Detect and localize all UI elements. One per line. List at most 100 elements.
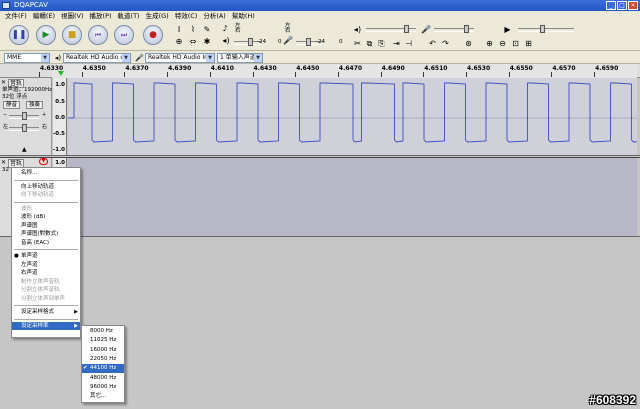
output-meter[interactable]: ♪ (220, 24, 282, 34)
menu-item[interactable]: 声谱图(對數式) (12, 230, 80, 239)
solo-button[interactable]: 独奏 (26, 101, 44, 109)
sample-rate-option[interactable]: 22050 Hz (82, 355, 124, 364)
timeshift-tool-icon[interactable]: ⇔ (188, 37, 198, 47)
menu-separator (14, 305, 78, 306)
menu-play[interactable]: 播放(P) (87, 11, 115, 22)
track-close-icon[interactable]: ✕ (1, 79, 6, 86)
output-device-select[interactable]: Realtek HD Audio ou ▼ (63, 53, 131, 63)
input-channels-select[interactable]: 1 单输入声道 ▼ (217, 53, 263, 63)
play-button[interactable]: ▶ (36, 25, 56, 45)
input-device-select[interactable]: Realtek HD Audio Inp ▼ (145, 53, 215, 63)
sample-rate-option[interactable]: 11025 Hz (82, 336, 124, 345)
fit-selection-icon[interactable]: ⊡ (510, 37, 521, 48)
selection-tool-icon[interactable]: I (174, 25, 184, 35)
menu-item-label: 分割立体声到单声 (21, 295, 66, 302)
trim-icon[interactable]: ⇥ (391, 37, 402, 48)
sync-lock-icon[interactable]: ⊛ (463, 37, 474, 48)
menu-generate[interactable]: 生成(G) (143, 11, 172, 22)
mute-button[interactable]: 静音 (3, 101, 21, 109)
menu-analyze[interactable]: 分析(A) (200, 11, 229, 22)
input-mic-icon[interactable]: 🎤 (420, 23, 431, 34)
menu-item[interactable]: 波形 (dB) (12, 213, 80, 222)
menu-item[interactable]: 设定采样率 ▶ (12, 321, 80, 330)
stop-button[interactable]: ■ (62, 25, 82, 45)
sample-rate-option[interactable]: 96000 Hz (82, 383, 124, 392)
silence-icon[interactable]: ⊣ (403, 37, 414, 48)
menu-help[interactable]: 幫助(H) (229, 11, 258, 22)
device-toolbar: MME ▼ ◂) Realtek HD Audio ou ▼ 🎤 Realtek H… (0, 51, 640, 64)
copy-icon[interactable]: ⧉ (364, 37, 375, 48)
envelope-tool-icon[interactable]: ⌇ (188, 25, 198, 35)
menu-item-label: 左声道 (21, 261, 38, 268)
zoom-tool-icon[interactable]: ⊕ (174, 37, 184, 47)
speaker-device-icon: ◂) (54, 54, 62, 62)
output-scale-zero: 0 (278, 39, 282, 45)
redo-icon[interactable]: ↷ (440, 37, 451, 48)
zoom-out-icon[interactable]: ⊖ (497, 37, 508, 48)
waveform-area[interactable] (68, 78, 640, 155)
mic-icon: 🎤 (283, 36, 293, 45)
track-control-panel[interactable]: ✕ 音轨 单声道，192000Hz 32位 浮点 静音 独奏 − + 左 右 ▲ (0, 78, 52, 155)
ruler-tick-label: 4.6550 (508, 65, 533, 77)
zoom-in-icon[interactable]: ⊕ (484, 37, 495, 48)
dropdown-arrow-icon[interactable]: ▼ (39, 158, 48, 165)
input-gain-slider[interactable] (434, 25, 474, 33)
menu-item: 向下移动轨道 (12, 191, 80, 200)
track-pan-slider[interactable] (9, 124, 39, 132)
skip-end-button[interactable]: ⏭ (114, 25, 134, 45)
collapse-track-icon[interactable]: ▲ (22, 146, 27, 153)
input-scale-label: -24 (316, 39, 325, 45)
radio-check-icon: ● (14, 253, 19, 259)
undo-icon[interactable]: ↶ (427, 37, 438, 48)
menu-file[interactable]: 文件(F) (2, 11, 30, 22)
menu-effect[interactable]: 特效(C) (172, 11, 201, 22)
menu-item[interactable]: 右声道 (12, 269, 80, 278)
toolbar: ❚❚ ▶ ■ ⏮ ⏭ ● I ⌇ ✎ ⊕ ⇔ ✱ ♪ ◂) -24 0 左右 左… (0, 22, 640, 51)
pause-button[interactable]: ❚❚ (9, 25, 29, 45)
sample-rate-option[interactable]: 44100 Hz ✔ (82, 364, 124, 374)
cut-icon[interactable]: ✂ (352, 37, 363, 48)
y-label-top: 1.0 (55, 82, 65, 88)
sample-rate-option[interactable]: 8000 Hz (82, 327, 124, 336)
menu-item[interactable]: 向上移动轨道 (12, 183, 80, 192)
track-gain-slider[interactable] (9, 112, 39, 120)
multi-tool-icon[interactable]: ✱ (202, 37, 212, 47)
track2-waveform-area[interactable] (68, 158, 637, 236)
skip-start-button[interactable]: ⏮ (88, 25, 108, 45)
sample-rate-option[interactable]: 48000 Hz (82, 374, 124, 383)
menu-item[interactable]: 名称... (12, 169, 80, 178)
menu-item: 分割立体声音轨 (12, 286, 80, 295)
record-button[interactable]: ● (143, 25, 163, 45)
track-vertical-ruler[interactable]: 1.0 0.5 0.0 -0.5 -1.0 (53, 78, 67, 155)
close-button[interactable]: × (628, 1, 638, 10)
menu-item[interactable]: 设定采样格式 ▶ (12, 308, 80, 317)
menu-item[interactable]: 音高 (EAC) (12, 239, 80, 248)
output-volume-icon[interactable]: ◂) (352, 23, 363, 34)
menu-item[interactable]: 声谱图 (12, 222, 80, 231)
fit-project-icon[interactable]: ⊞ (523, 37, 534, 48)
play-at-speed-icon[interactable]: ▶ (502, 23, 513, 34)
play-speed-slider[interactable] (518, 25, 574, 33)
track2-close-icon[interactable]: ✕ (1, 159, 6, 166)
menu-tracks[interactable]: 軌道(T) (115, 11, 143, 22)
draw-tool-icon[interactable]: ✎ (202, 25, 212, 35)
menu-item-label: 波形 (dB) (21, 214, 46, 220)
app-icon (2, 2, 10, 9)
host-select[interactable]: MME ▼ (4, 53, 50, 63)
menu-item[interactable]: 左声道 (12, 261, 80, 270)
paste-icon[interactable]: ⎘ (376, 37, 387, 48)
maximize-button[interactable]: □ (617, 1, 627, 10)
input-scale-zero: 0 (339, 39, 343, 45)
menu-item: 分割立体声到单声 (12, 295, 80, 304)
sample-rate-option[interactable]: 16000 Hz (82, 346, 124, 355)
play-head-marker[interactable] (58, 71, 64, 76)
menu-item[interactable]: 单声道 ● (12, 252, 80, 261)
record-icon: ● (149, 30, 157, 40)
menu-edit[interactable]: 編輯(E) (30, 11, 58, 22)
timeline-ruler[interactable]: 4.6330 4.6350 4.6370 4.6390 4.6410 4.6430 4.64… (0, 64, 640, 78)
output-gain-slider[interactable] (366, 25, 416, 33)
menu-view[interactable]: 視圖(V) (58, 11, 87, 22)
sample-rate-option[interactable]: 其它... (82, 392, 124, 401)
sample-rate-label: 48000 Hz (90, 374, 117, 381)
minimize-button[interactable]: _ (606, 1, 616, 10)
